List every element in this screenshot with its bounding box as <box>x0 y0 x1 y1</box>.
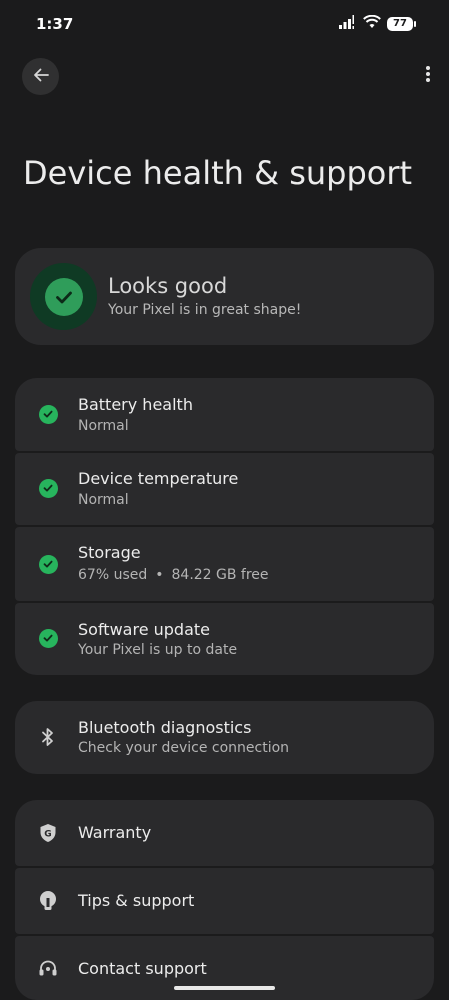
summary-subtitle: Your Pixel is in great shape! <box>108 302 302 318</box>
check-circle-icon <box>37 553 59 575</box>
warranty-title: Warranty <box>78 823 152 842</box>
device-temperature-row[interactable]: Device temperature Normal <box>15 453 434 525</box>
storage-title: Storage <box>78 543 141 562</box>
home-indicator[interactable] <box>174 986 275 990</box>
storage-free: 84.22 GB free <box>171 567 269 583</box>
storage-row[interactable]: Storage 67% used • 84.22 GB free <box>15 527 434 601</box>
software-update-row[interactable]: Software update Your Pixel is up to date <box>15 603 434 675</box>
tips-support-row[interactable]: Tips & support <box>15 868 434 934</box>
headset-icon <box>37 958 59 980</box>
battery-health-row[interactable]: Battery health Normal <box>15 378 434 451</box>
storage-used: 67% used <box>78 567 148 583</box>
lightbulb-icon <box>37 890 59 912</box>
software-update-title: Software update <box>78 620 210 639</box>
check-circle-icon <box>37 627 59 649</box>
bluetooth-diagnostics-row[interactable]: Bluetooth diagnostics Check your device … <box>15 701 434 774</box>
check-circle-icon <box>37 477 59 499</box>
tips-support-title: Tips & support <box>78 891 195 910</box>
more-vert-icon <box>425 65 431 87</box>
separator-dot: • <box>155 567 164 583</box>
contact-support-title: Contact support <box>78 959 207 978</box>
warranty-shield-icon: G <box>37 822 59 844</box>
back-button[interactable] <box>22 58 59 95</box>
bluetooth-diagnostics-title: Bluetooth diagnostics <box>78 718 252 737</box>
status-time: 1:37 <box>36 15 74 33</box>
contact-support-row[interactable]: Contact support <box>15 936 434 1000</box>
arrow-back-icon <box>32 66 50 88</box>
page-title: Device health & support <box>23 154 413 192</box>
warranty-row[interactable]: G Warranty <box>15 800 434 866</box>
battery-health-status: Normal <box>78 418 129 434</box>
software-update-status: Your Pixel is up to date <box>78 642 238 658</box>
wifi-icon <box>363 14 381 33</box>
svg-text:G: G <box>44 830 51 840</box>
storage-status: 67% used • 84.22 GB free <box>78 567 269 583</box>
battery-health-title: Battery health <box>78 395 193 414</box>
signal-icon <box>339 14 357 33</box>
device-temperature-status: Normal <box>78 492 129 508</box>
device-temperature-title: Device temperature <box>78 469 239 488</box>
more-options-button[interactable] <box>416 62 440 90</box>
summary-title: Looks good <box>108 274 228 298</box>
check-circle-icon <box>30 263 97 330</box>
health-summary-card: Looks good Your Pixel is in great shape! <box>15 248 434 345</box>
bluetooth-diagnostics-subtitle: Check your device connection <box>78 740 290 756</box>
battery-icon: 77 <box>387 16 416 31</box>
status-icons: 77 <box>339 14 416 33</box>
bluetooth-icon <box>37 726 59 748</box>
check-circle-icon <box>37 403 59 425</box>
